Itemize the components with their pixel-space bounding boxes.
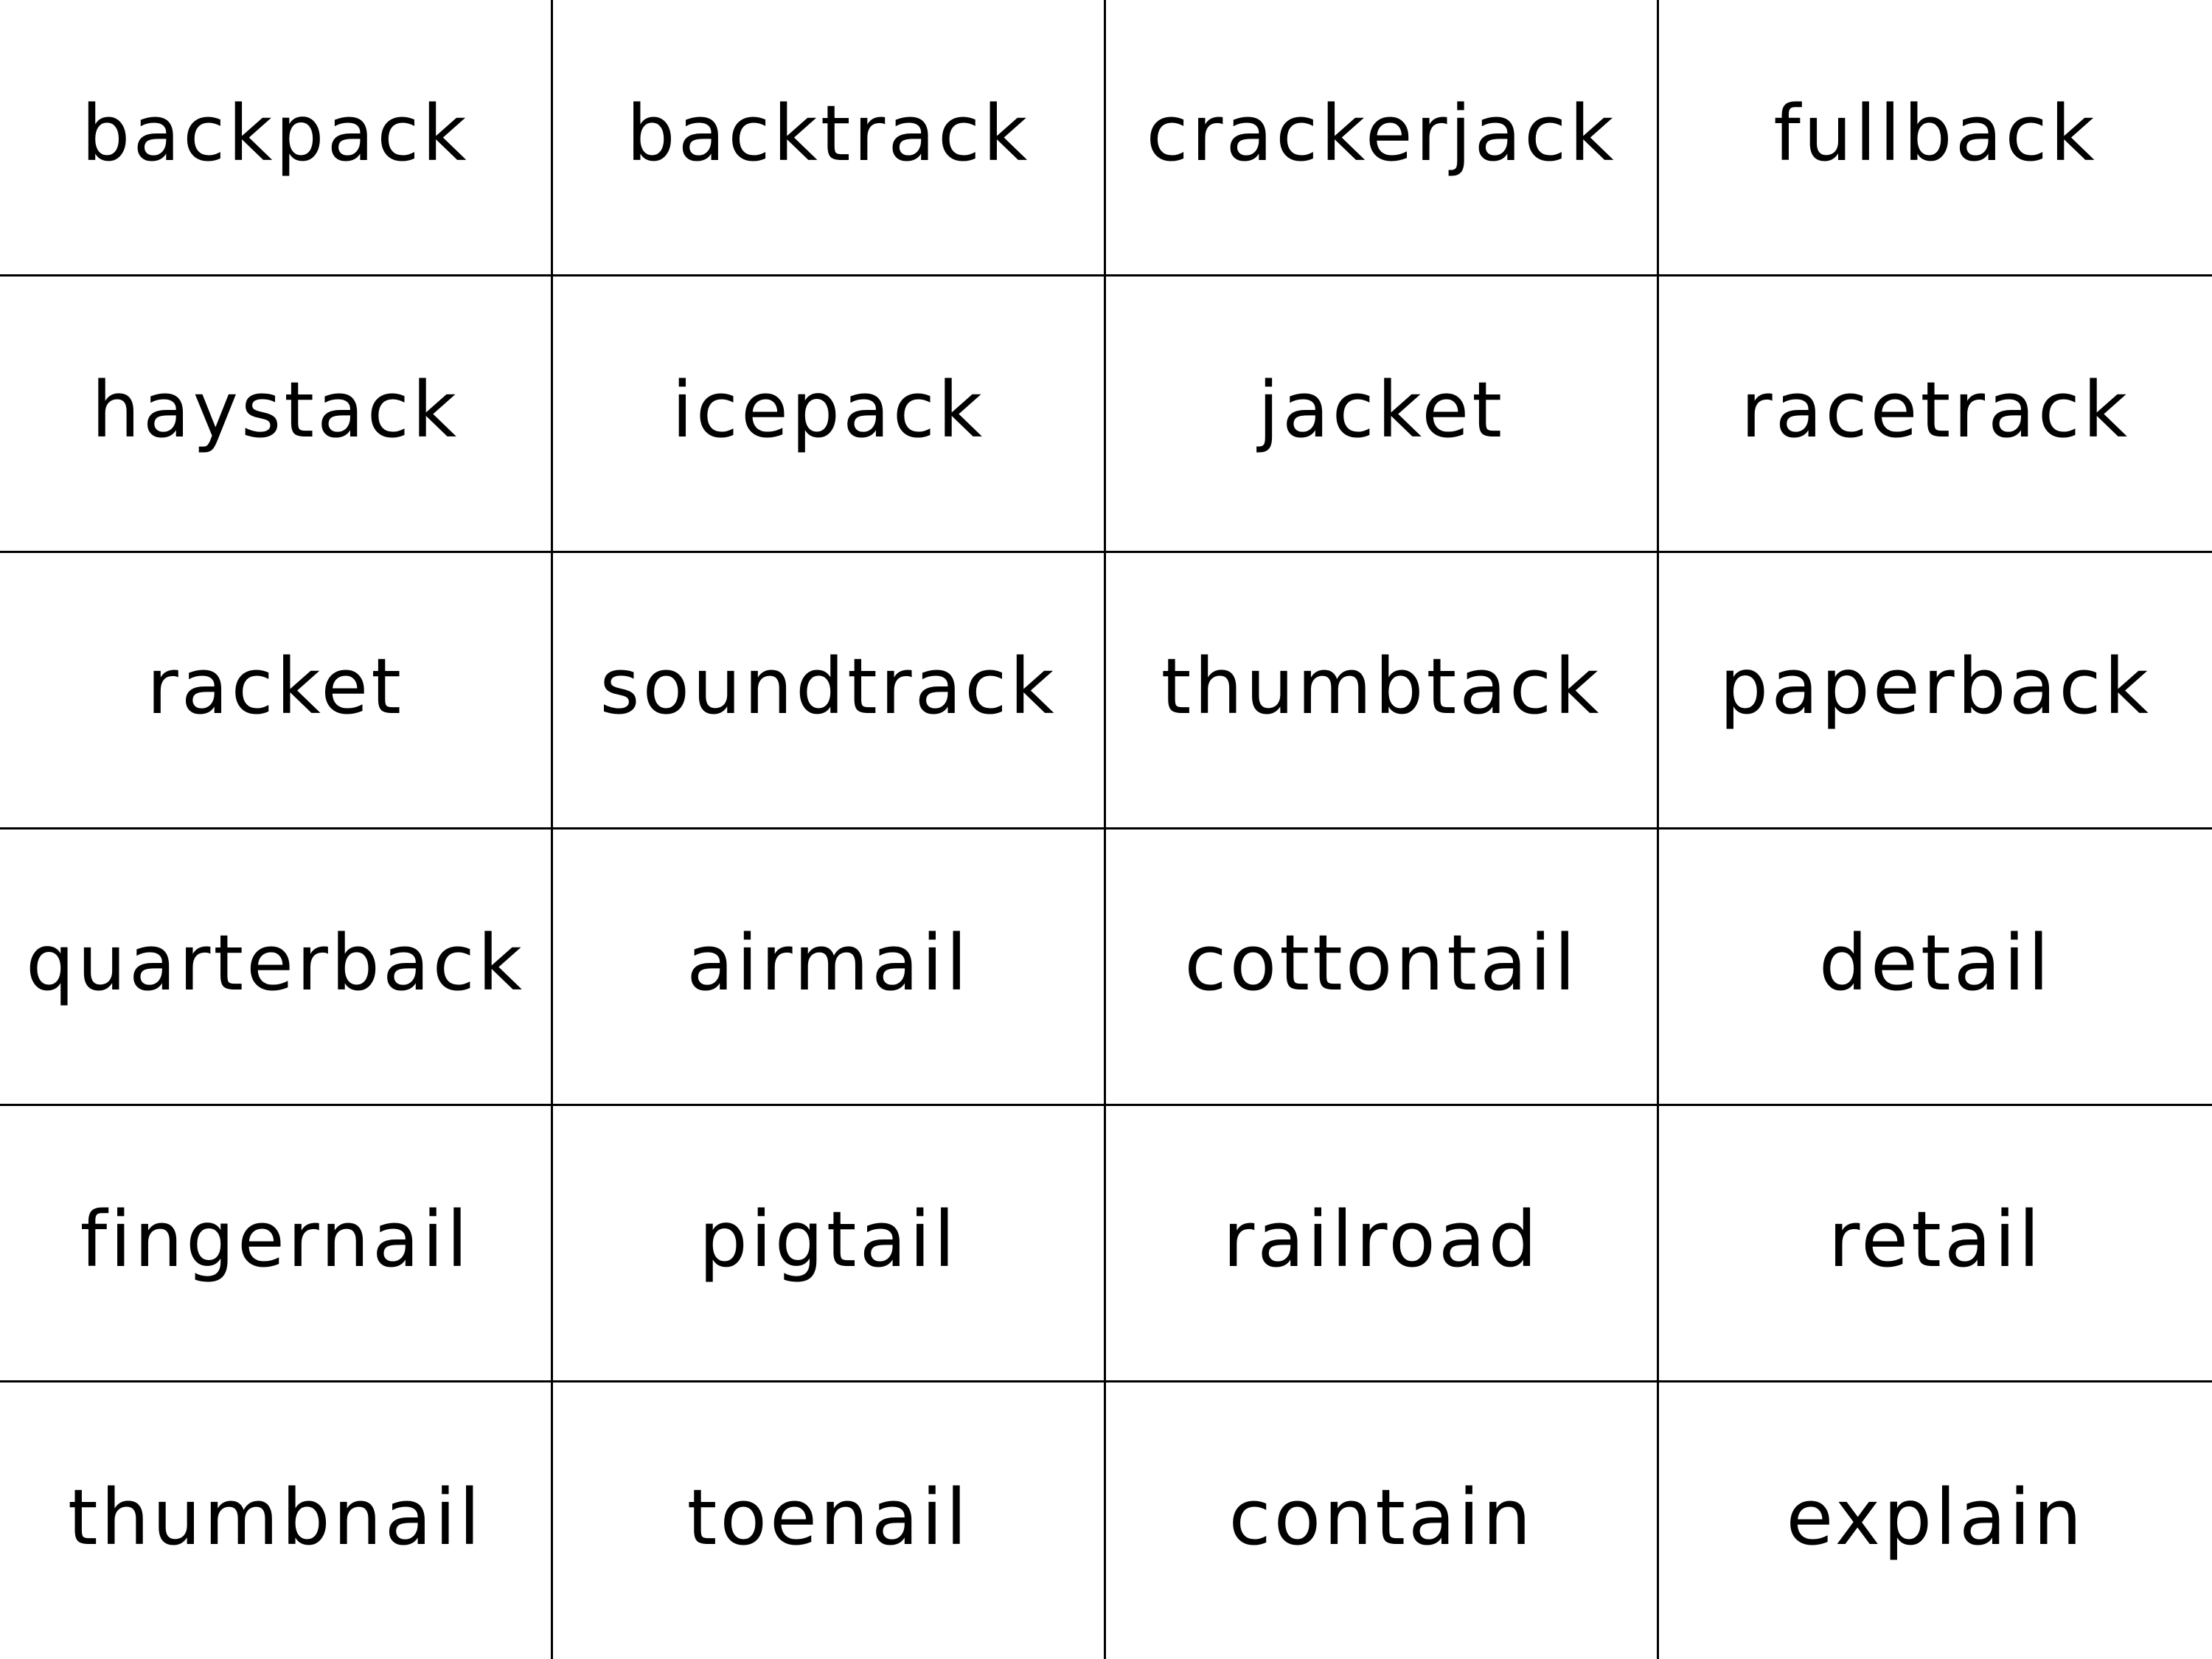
word-card-label: haystack [91,365,460,455]
word-card: crackerjack [1106,0,1659,276]
word-card-label: quarterback [25,918,526,1008]
word-card: paperback [1659,553,2212,830]
word-card-label: thumbnail [67,1472,484,1562]
word-card: jacket [1106,276,1659,553]
word-card-label: cottontail [1184,918,1579,1008]
word-card-label: jacket [1257,365,1506,455]
word-card-label: fingernail [80,1194,471,1284]
word-card: racket [0,553,553,830]
word-card: soundtrack [553,553,1106,830]
word-card: icepack [553,276,1106,553]
word-card-label: backpack [81,88,470,178]
word-card-label: retail [1828,1194,2043,1284]
word-card: explain [1659,1382,2212,1659]
word-card-label: thumbtack [1161,641,1602,731]
word-card-label: railroad [1222,1194,1540,1284]
word-card-label: fullback [1773,88,2098,178]
word-card: thumbnail [0,1382,553,1659]
word-card: pigtail [553,1106,1106,1382]
word-card: backpack [0,0,553,276]
word-card-label: paperback [1719,641,2152,731]
word-card-label: icepack [671,365,986,455]
word-card: railroad [1106,1106,1659,1382]
word-card: fingernail [0,1106,553,1382]
word-card-label: racetrack [1740,365,2131,455]
word-card: racetrack [1659,276,2212,553]
word-card: contain [1106,1382,1659,1659]
word-card-label: pigtail [698,1194,959,1284]
word-card: cottontail [1106,830,1659,1106]
word-card-sheet: backpack backtrack crackerjack fullback … [0,0,2212,1659]
word-card-label: contain [1228,1472,1534,1562]
word-card-label: toenail [686,1472,970,1562]
word-card: backtrack [553,0,1106,276]
word-card: fullback [1659,0,2212,276]
word-card: airmail [553,830,1106,1106]
word-card: haystack [0,276,553,553]
word-card: quarterback [0,830,553,1106]
word-card-label: explain [1786,1472,2085,1562]
word-card-label: backtrack [626,88,1031,178]
word-card-label: airmail [686,918,970,1008]
word-card-label: soundtrack [599,641,1057,731]
word-card: detail [1659,830,2212,1106]
word-card: toenail [553,1382,1106,1659]
word-card: thumbtack [1106,553,1659,830]
word-card-label: racket [147,641,404,731]
word-card-label: detail [1818,918,2053,1008]
word-card: retail [1659,1106,2212,1382]
word-card-label: crackerjack [1146,88,1617,178]
